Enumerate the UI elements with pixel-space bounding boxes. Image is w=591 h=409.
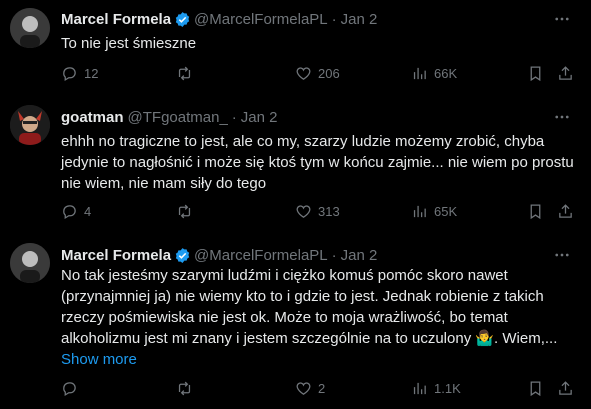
author-name[interactable]: Marcel Formela: [61, 11, 171, 28]
reply-button[interactable]: 12: [61, 65, 98, 82]
tweet-date[interactable]: Jan 2: [341, 247, 378, 264]
avatar[interactable]: [10, 243, 50, 283]
like-count: 313: [318, 204, 340, 219]
bookmark-icon: [530, 381, 541, 397]
tweet-1[interactable]: Marcel Formela @MarcelFormelaPL · Jan 2 …: [0, 0, 591, 95]
views-count: 1.1K: [434, 381, 461, 396]
heart-icon: [296, 205, 311, 218]
tweet-text: To nie jest śmieszne: [61, 35, 197, 52]
verified-badge-icon: [175, 11, 190, 27]
views-button[interactable]: 65K: [411, 203, 457, 220]
retweet-icon: [178, 381, 191, 396]
retweet-button[interactable]: [176, 380, 199, 397]
reply-count: 12: [84, 66, 99, 81]
tweet-header: goatman @TFgoatman_ · Jan 2: [61, 107, 278, 127]
tweet-3[interactable]: Marcel Formela @MarcelFormelaPL · Jan 2 …: [0, 235, 591, 409]
retweet-icon: [178, 204, 191, 219]
avatar[interactable]: [10, 105, 50, 145]
views-count: 65K: [434, 204, 458, 219]
tweet-date[interactable]: Jan 2: [241, 109, 278, 126]
tweet-header: Marcel Formela @MarcelFormelaPL · Jan 2: [61, 245, 377, 265]
like-count: 206: [318, 66, 340, 81]
share-icon: [559, 66, 572, 80]
tweet-actions: 2 1.1K: [61, 380, 576, 400]
author-handle[interactable]: @TFgoatman_: [128, 109, 228, 126]
like-count: 2: [318, 381, 326, 396]
separator-dot: ·: [331, 246, 337, 264]
avatar[interactable]: [10, 8, 50, 48]
author-name[interactable]: Marcel Formela: [61, 247, 171, 264]
show-more-link[interactable]: Show more: [61, 349, 576, 370]
views-button[interactable]: 1.1K: [411, 380, 461, 397]
bookmark-button[interactable]: [527, 203, 550, 220]
author-handle[interactable]: @MarcelFormelaPL: [194, 247, 328, 264]
bookmark-button[interactable]: [527, 65, 550, 82]
share-icon: [559, 204, 572, 218]
heart-icon: [296, 67, 311, 80]
tweet-actions: 4 313 65K: [61, 203, 576, 223]
more-icon[interactable]: [553, 246, 571, 264]
share-button[interactable]: [557, 380, 580, 397]
heart-icon: [296, 382, 311, 395]
separator-dot: ·: [231, 108, 237, 126]
views-count: 66K: [434, 66, 458, 81]
verified-badge-icon: [175, 247, 190, 263]
bookmark-icon: [530, 204, 541, 220]
reply-button[interactable]: 4: [61, 203, 91, 220]
like-button[interactable]: 206: [295, 65, 340, 82]
like-button[interactable]: 2: [295, 380, 325, 397]
views-icon: [413, 205, 426, 218]
more-icon[interactable]: [553, 10, 571, 28]
reply-count: 4: [84, 204, 92, 219]
share-button[interactable]: [557, 203, 580, 220]
views-button[interactable]: 66K: [411, 65, 457, 82]
tweet-text: No tak jesteśmy szarymi ludźmi i ciężko …: [61, 265, 576, 370]
retweet-button[interactable]: [176, 203, 199, 220]
retweet-icon: [178, 66, 191, 81]
tweet-actions: 12 206 66K: [61, 65, 576, 85]
tweet-text: ehhh no tragiczne to jest, ale co my, sz…: [61, 133, 578, 192]
tweet-2[interactable]: goatman @TFgoatman_ · Jan 2 ehhh no trag…: [0, 95, 591, 235]
reply-button[interactable]: [61, 380, 84, 397]
author-name[interactable]: goatman: [61, 109, 124, 126]
share-button[interactable]: [557, 65, 580, 82]
reply-icon: [63, 205, 76, 220]
views-icon: [413, 67, 426, 80]
tweet-date[interactable]: Jan 2: [341, 11, 378, 28]
share-icon: [559, 381, 572, 395]
retweet-button[interactable]: [176, 65, 199, 82]
bookmark-button[interactable]: [527, 380, 550, 397]
more-icon[interactable]: [553, 108, 571, 126]
reply-icon: [63, 382, 76, 397]
bookmark-icon: [530, 66, 541, 82]
separator-dot: ·: [331, 10, 337, 28]
views-icon: [413, 382, 426, 395]
tweet-header: Marcel Formela @MarcelFormelaPL · Jan 2: [61, 9, 377, 29]
author-handle[interactable]: @MarcelFormelaPL: [194, 11, 328, 28]
like-button[interactable]: 313: [295, 203, 340, 220]
reply-icon: [63, 67, 76, 82]
